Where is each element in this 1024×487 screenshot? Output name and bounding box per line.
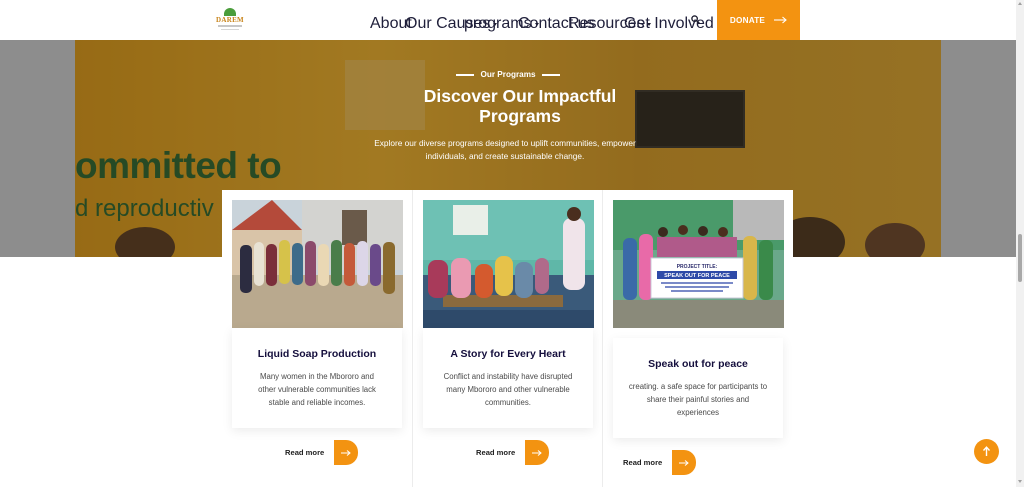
speak-out-peace-photo: PROJECT TITLE: SPEAK OUT FOR PEACE <box>613 200 784 328</box>
card-desc-line: stable and reliable incomes. <box>268 398 366 407</box>
arrow-right-icon <box>532 449 543 456</box>
read-more-label: Read more <box>623 458 663 467</box>
hero-title-line-2: Programs <box>479 106 561 126</box>
program-card-description: Many women in the Mbororo and other vuln… <box>240 370 394 409</box>
arrow-up-icon <box>982 446 991 456</box>
program-card-title[interactable]: Liquid Soap Production <box>232 348 402 360</box>
hero-title: Discover Our Impactful Programs <box>0 86 1016 126</box>
hero-subtitle-line-2: individuals, and create sustainable chan… <box>425 151 585 161</box>
soap-production-photo <box>232 200 403 328</box>
program-card-title[interactable]: A Story for Every Heart <box>423 348 593 360</box>
program-card-image[interactable]: PROJECT TITLE: SPEAK OUT FOR PEACE <box>613 200 784 328</box>
scrollbar-thumb[interactable] <box>1018 234 1022 282</box>
program-card-image[interactable] <box>423 200 594 328</box>
logo-underline-2 <box>221 29 239 30</box>
donate-label: DONATE <box>729 15 766 25</box>
program-card: Liquid Soap Production Many women in the… <box>222 190 411 487</box>
nav-get-involved-label: Get Involved <box>624 15 714 32</box>
program-card-description: creating. a safe space for participants … <box>621 380 775 419</box>
site-header: DAREM About Our Causes programs Contact … <box>0 0 1016 40</box>
card-desc-line: communities. <box>485 398 531 407</box>
program-card-title[interactable]: Speak out for peace <box>613 358 783 370</box>
card-desc-line: other vulnerable communities lack <box>258 385 376 394</box>
hero-subtitle: Explore our diverse programs designed to… <box>0 137 1010 163</box>
hero-subtitle-line-1: Explore our diverse programs designed to… <box>374 138 636 148</box>
card-desc-line: many Mbororo and other vulnerable <box>446 385 570 394</box>
card-desc-line: Conflict and instability have disrupted <box>443 372 573 381</box>
back-to-top-button[interactable] <box>974 439 999 464</box>
search-icon[interactable] <box>691 15 700 24</box>
donate-button[interactable]: DONATE <box>717 0 800 40</box>
story-heart-photo <box>423 200 594 328</box>
read-more-arrow <box>334 440 359 465</box>
program-card: PROJECT TITLE: SPEAK OUT FOR PEACE Speak… <box>602 190 791 487</box>
program-card-description: Conflict and instability have disrupted … <box>431 370 585 409</box>
banner-project-title: PROJECT TITLE: <box>677 264 718 270</box>
kicker-dash <box>456 73 475 76</box>
read-more-arrow <box>525 440 550 465</box>
card-desc-line: share their painful stories and <box>646 395 750 404</box>
banner-main-title: SPEAK OUT FOR PEACE <box>664 273 730 279</box>
site-logo[interactable]: DAREM <box>216 8 244 32</box>
read-more-label: Read more <box>285 448 325 457</box>
hero-kicker: Our Programs <box>0 70 1016 79</box>
card-desc-line: Many women in the Mbororo and <box>260 372 374 381</box>
read-more-button[interactable]: Read more <box>285 440 359 465</box>
logo-leaf-icon <box>224 8 236 16</box>
scroll-up-icon[interactable] <box>1018 2 1022 5</box>
hero-kicker-label: Our Programs <box>480 70 536 79</box>
read-more-button[interactable]: Read more <box>476 440 550 465</box>
program-cards: Liquid Soap Production Many women in the… <box>222 190 793 487</box>
logo-text: DAREM <box>216 16 244 24</box>
scroll-down-icon[interactable] <box>1018 480 1022 483</box>
kicker-dash <box>541 73 560 76</box>
arrow-right-icon <box>774 16 787 24</box>
logo-underline <box>218 25 242 27</box>
read-more-arrow <box>672 450 697 475</box>
page-scrollbar[interactable] <box>1016 0 1024 487</box>
program-card-image[interactable] <box>232 200 403 328</box>
card-desc-line: creating. a safe space for participants … <box>628 382 768 391</box>
program-card: A Story for Every Heart Conflict and ins… <box>412 190 601 487</box>
arrow-right-icon <box>679 459 690 466</box>
nav-get-involved[interactable]: Get Involved <box>624 15 721 33</box>
read-more-label: Read more <box>476 448 516 457</box>
read-more-button[interactable]: Read more <box>623 450 697 475</box>
arrow-right-icon <box>341 449 352 456</box>
hero-title-line-1: Discover Our Impactful <box>423 86 617 106</box>
card-desc-line: experiences <box>676 408 720 417</box>
